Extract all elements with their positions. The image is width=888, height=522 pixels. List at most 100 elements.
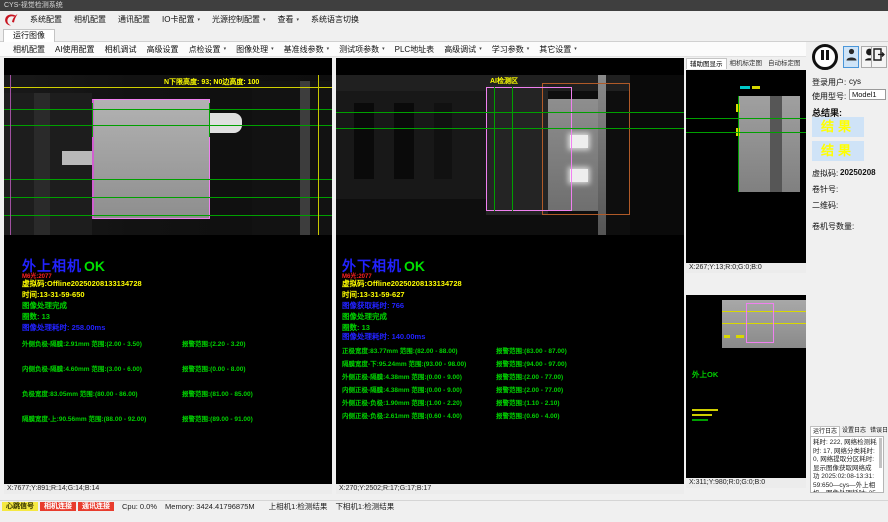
login-user-button[interactable] bbox=[843, 46, 859, 68]
tool-baseline-params[interactable]: 基准线参数▾ bbox=[279, 44, 335, 55]
tool-learning-params[interactable]: 学习参数▾ bbox=[487, 44, 535, 55]
tool-plc-address-table[interactable]: PLC地址表 bbox=[390, 44, 440, 55]
chevron-down-icon: ▾ bbox=[479, 46, 482, 52]
tool-other-settings[interactable]: 其它设置▾ bbox=[534, 44, 582, 55]
menu-io-card-config[interactable]: IO卡配置▾ bbox=[156, 14, 206, 25]
memory-usage: Memory: 3424.41796875M bbox=[165, 502, 255, 511]
tool-spot-check[interactable]: 点检设置▾ bbox=[184, 44, 232, 55]
machine-part bbox=[630, 75, 684, 235]
measurement-row: 外侧正极-负极:1.90mm 范围:(1.00 - 2.20) 报警范围:(1.… bbox=[342, 397, 680, 407]
menu-light-control-config[interactable]: 光源控制配置▾ bbox=[206, 14, 272, 25]
machine-arm bbox=[62, 151, 96, 165]
thumbnail-view-1[interactable]: X:267;Y:13;R:0;G:0;B:0 bbox=[686, 70, 806, 273]
guide-line-vertical bbox=[92, 103, 93, 137]
camera-view-upper-outer[interactable]: N下限高度: 93; N0边高度: 100 外上相机OK M6光:2077 虚拟… bbox=[4, 58, 332, 494]
thumbnail-view-2[interactable]: 外上OK X:311;Y:980;R:0;G:0;B:0 bbox=[686, 295, 806, 488]
log-output[interactable]: 耗时: 222, 网络检测耗时: 17, 网络分类耗时: 0, 网络提取分区耗时… bbox=[810, 436, 884, 493]
model-label: 使用型号: bbox=[812, 91, 846, 102]
measurement-row: 外侧正极-隔膜:4.38mm 范围:(0.00 - 9.00) 报警范围:(2.… bbox=[342, 371, 680, 381]
virtual-code-label: 虚拟码: bbox=[812, 168, 838, 179]
chevron-down-icon: ▾ bbox=[197, 17, 200, 23]
camera-image-lower-outer: AI检测区 bbox=[336, 75, 684, 235]
tool-label: 基准线参数 bbox=[284, 44, 324, 55]
measurement-value: 正极宽度:83.77mm 范围:(82.00 - 88.00) bbox=[342, 348, 458, 355]
pause-icon bbox=[819, 48, 831, 66]
machine-part bbox=[770, 96, 782, 192]
menu-label: 系统配置 bbox=[30, 14, 62, 25]
camera-view-lower-outer[interactable]: AI检测区 外下相机OK M6光:2077 虚拟码:Offline2025020… bbox=[336, 58, 684, 494]
menu-camera-config[interactable]: 相机配置 bbox=[68, 14, 112, 25]
app-logo-icon bbox=[3, 13, 19, 27]
menu-label: IO卡配置 bbox=[162, 14, 194, 25]
tab-error-log[interactable]: 错误日志 bbox=[868, 426, 888, 436]
pixel-coordinate-status: X:311;Y:980;R:0;G:0;B:0 bbox=[686, 478, 806, 488]
guide-line bbox=[336, 112, 684, 113]
pixel-coordinate-status: X:7677;Y:891;R:14;G:14;B:14 bbox=[4, 484, 332, 494]
chevron-down-icon: ▾ bbox=[327, 46, 330, 52]
login-user-label: 登录用户: bbox=[812, 77, 846, 88]
overlay-mark bbox=[692, 409, 718, 411]
guide-line bbox=[4, 215, 332, 216]
measurement-value: 隔膜宽度-下:95.24mm 范围:(93.00 - 98.00) bbox=[342, 361, 466, 368]
tool-test-item-params[interactable]: 测试项参数▾ bbox=[334, 44, 390, 55]
model-select[interactable]: Model1 bbox=[849, 89, 886, 100]
alarm-range: 报警范围:(83.00 - 87.00) bbox=[496, 345, 567, 355]
reel-count-label: 卷机号数量: bbox=[812, 221, 854, 232]
process-time-line: 图像处理耗时: 140.00ms bbox=[342, 331, 425, 342]
tool-image-processing[interactable]: 图像处理▾ bbox=[231, 44, 279, 55]
heartbeat-status-badge: 心跳信号 bbox=[2, 502, 38, 511]
tab-aux-image[interactable]: 辅助图显示 bbox=[686, 58, 727, 69]
machine-slot bbox=[394, 103, 414, 179]
alarm-range: 报警范围:(2.20 - 3.20) bbox=[182, 338, 246, 348]
tool-advanced-settings[interactable]: 高级设置 bbox=[142, 44, 184, 55]
tab-run-image[interactable]: 运行图像 bbox=[3, 29, 55, 43]
menu-comm-config[interactable]: 通讯配置 bbox=[112, 14, 156, 25]
tool-label: 其它设置 bbox=[539, 44, 571, 55]
tab-settings-log[interactable]: 设置日志 bbox=[840, 426, 868, 436]
menu-system-config[interactable]: 系统配置 bbox=[24, 14, 68, 25]
machine-part bbox=[252, 81, 332, 235]
tab-camera-calibration[interactable]: 相机标定图 bbox=[727, 58, 766, 69]
virtual-code-value: 20250208 bbox=[840, 168, 876, 177]
alarm-range: 报警范围:(2.00 - 77.00) bbox=[496, 384, 563, 394]
camera-image-upper-outer: N下限高度: 93; N0边高度: 100 bbox=[4, 75, 332, 235]
tool-camera-config[interactable]: 相机配置 bbox=[8, 44, 50, 55]
alarm-range: 报警范围:(1.10 - 2.10) bbox=[496, 397, 560, 407]
chevron-down-icon: ▾ bbox=[271, 46, 274, 52]
tool-label: PLC地址表 bbox=[395, 44, 435, 55]
result-badge-upper: 结果 bbox=[812, 117, 864, 137]
menu-language-switch[interactable]: 系统语言切换 bbox=[305, 14, 365, 25]
pause-button[interactable] bbox=[812, 44, 838, 70]
virtual-code-line: 虚拟码:Offline20250208133134728 bbox=[22, 278, 142, 289]
menu-label: 相机配置 bbox=[74, 14, 106, 25]
chevron-down-icon: ▾ bbox=[296, 17, 299, 23]
menu-label: 光源控制配置 bbox=[212, 14, 260, 25]
guide-line bbox=[4, 125, 332, 126]
tool-advanced-debug[interactable]: 高级调试▾ bbox=[439, 44, 487, 55]
tool-ai-use-config[interactable]: AI使用配置 bbox=[50, 44, 100, 55]
alarm-range: 报警范围:(0.00 - 8.00) bbox=[182, 363, 246, 373]
status-bar: 心跳信号 相机连接 通讯连接 Cpu: 0.0% Memory: 3424.41… bbox=[0, 500, 888, 511]
measurement-row: 负极宽度:83.05mm 范围:(80.00 - 86.00) 报警范围:(81… bbox=[22, 388, 328, 398]
camera-result: OK bbox=[84, 258, 105, 274]
lower-camera-result: 下相机1:检测结果 bbox=[335, 501, 394, 512]
tab-auto-calibration[interactable]: 自动标定图 bbox=[765, 58, 804, 69]
process-time-line: 图像处理耗时: 258.00ms bbox=[22, 322, 105, 333]
tool-label: 测试项参数 bbox=[339, 44, 379, 55]
menu-label: 通讯配置 bbox=[118, 14, 150, 25]
chevron-down-icon: ▾ bbox=[527, 46, 530, 52]
menu-view[interactable]: 查看▾ bbox=[271, 14, 305, 25]
measurement-row: 外侧负极-隔膜:2.91mm 范围:(2.00 - 3.50) 报警范围:(2.… bbox=[22, 338, 328, 348]
tool-camera-debug[interactable]: 相机调试 bbox=[100, 44, 142, 55]
edge-marker-line bbox=[318, 75, 319, 235]
virtual-code-line: 虚拟码:Offline20250208133134728 bbox=[342, 278, 462, 289]
overlay-mark bbox=[740, 86, 750, 89]
tab-run-log[interactable]: 运行日志 bbox=[810, 426, 840, 436]
exit-button[interactable] bbox=[871, 46, 887, 68]
chevron-down-icon: ▾ bbox=[574, 46, 577, 52]
needle-number-label: 卷针号: bbox=[812, 184, 838, 195]
measurement-value: 外侧正极-负极:1.90mm 范围:(1.00 - 2.20) bbox=[342, 400, 462, 407]
log-scrollbar[interactable] bbox=[879, 438, 882, 468]
detection-box-pink bbox=[746, 303, 774, 343]
window-title: CYS-视觉检测系统 bbox=[4, 2, 63, 9]
